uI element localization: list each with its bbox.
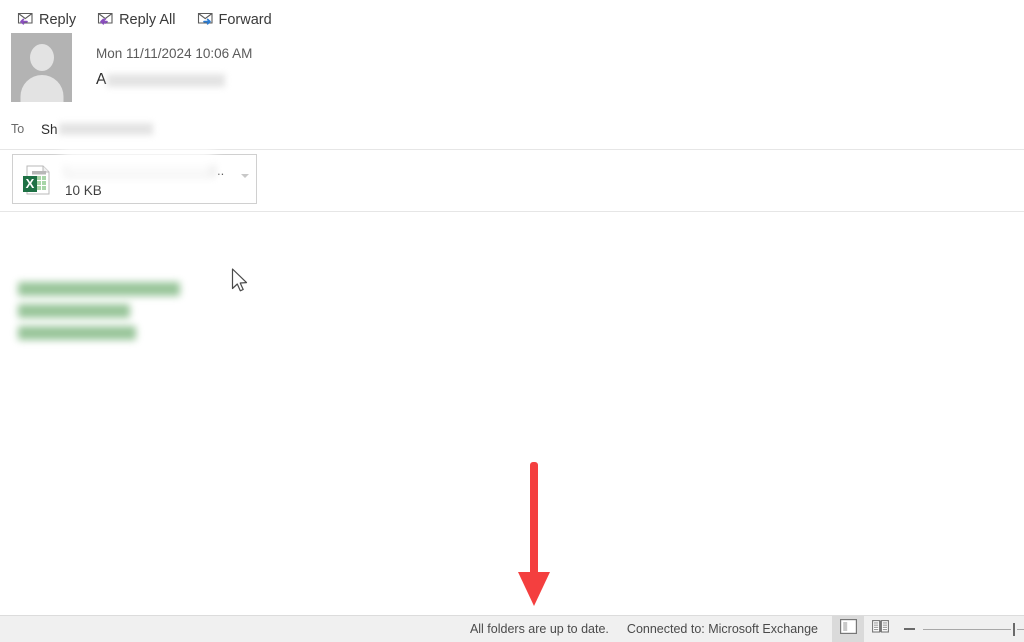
attachment-text: .. 10 KB	[65, 162, 241, 198]
attachment-size: 10 KB	[65, 183, 102, 198]
forward-envelope-icon	[196, 9, 215, 31]
header-separator-top	[0, 149, 1024, 150]
signature-line-redacted	[18, 326, 136, 340]
recipient-redacted	[58, 123, 153, 135]
connection-status-text: Connected to: Microsoft Exchange	[626, 622, 818, 636]
avatar-body	[20, 75, 63, 102]
sender-name[interactable]: A	[96, 69, 226, 91]
status-bar: All folders are up to date. Connected to…	[0, 615, 1024, 642]
reply-envelope-icon	[16, 9, 35, 31]
reply-button[interactable]: Reply	[14, 7, 78, 33]
attachment-filename: ..	[65, 162, 241, 179]
forward-button-label: Forward	[218, 11, 272, 28]
normal-view-button[interactable]	[832, 616, 864, 642]
reply-all-envelope-icon	[96, 9, 115, 31]
recipient-visible: Sh	[41, 121, 58, 137]
zoom-slider-track[interactable]	[923, 620, 1024, 638]
zoom-slider-handle[interactable]	[1010, 620, 1017, 638]
outlook-reading-pane: Reply Reply All Forward Mon 11/11/2024 1…	[0, 0, 1024, 642]
message-body	[0, 212, 1024, 615]
signature-line-redacted	[18, 304, 130, 318]
to-row: To Sh	[11, 119, 153, 139]
excel-file-icon: X	[21, 163, 55, 197]
reply-all-button[interactable]: Reply All	[94, 7, 177, 33]
reply-button-label: Reply	[39, 11, 77, 28]
normal-view-icon	[839, 619, 857, 639]
message-action-bar: Reply Reply All Forward	[0, 0, 1024, 40]
attachment-chevron-down-icon[interactable]	[241, 174, 249, 178]
sender-name-visible: A	[96, 71, 107, 89]
zoom-out-button[interactable]	[904, 628, 915, 630]
folders-status-text: All folders are up to date.	[469, 622, 609, 636]
sent-date: Mon 11/11/2024 10:06 AM	[96, 46, 253, 61]
attachment-item[interactable]: X .. 10 KB	[12, 154, 257, 204]
zoom-slider[interactable]	[904, 620, 1024, 638]
svg-text:X: X	[26, 176, 35, 191]
forward-button[interactable]: Forward	[194, 7, 274, 33]
reading-view-button[interactable]	[864, 616, 896, 642]
avatar	[11, 33, 72, 102]
attachment-filename-ellipsis: ..	[217, 163, 225, 178]
reply-all-button-label: Reply All	[119, 11, 176, 28]
avatar-head	[29, 44, 54, 71]
attachment-filename-redacted	[65, 164, 215, 177]
to-label: To	[11, 122, 25, 136]
signature-line-redacted	[18, 282, 180, 296]
sender-name-redacted	[107, 73, 226, 87]
reading-view-icon	[871, 619, 889, 639]
